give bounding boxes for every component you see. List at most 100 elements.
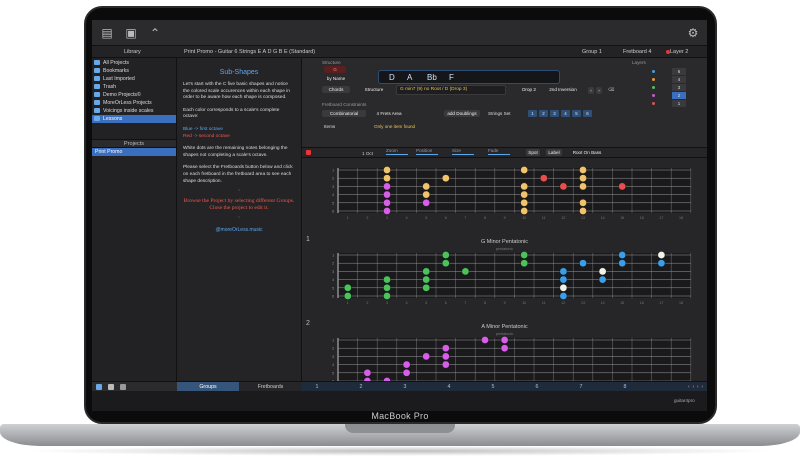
note-dot[interactable] — [383, 166, 391, 174]
fade-slider[interactable] — [488, 154, 510, 155]
note-dot[interactable] — [520, 259, 528, 268]
sidebar-item[interactable]: MoreOrLess Projects — [92, 99, 176, 107]
note-dot[interactable] — [383, 190, 391, 199]
note-dot[interactable] — [500, 336, 509, 344]
note-dot[interactable] — [559, 267, 568, 276]
chevron-up-icon[interactable]: ⌃ — [148, 26, 162, 40]
prev-inversion-button[interactable]: ‹ — [588, 87, 594, 94]
note-dot[interactable] — [520, 251, 528, 259]
note-dot[interactable] — [559, 284, 568, 292]
trash-icon[interactable]: ⌫ — [608, 86, 615, 93]
sidebar-item[interactable]: Bookmarks — [92, 67, 176, 75]
note-dot[interactable] — [559, 292, 568, 300]
note-dot[interactable] — [383, 275, 391, 284]
project-item[interactable]: Print Promo — [92, 148, 176, 156]
note-dot[interactable] — [422, 182, 430, 191]
note-dot[interactable] — [383, 284, 391, 292]
next-inversion-button[interactable]: › — [596, 87, 602, 94]
layer-row[interactable]: 6 — [650, 68, 690, 75]
note-dot[interactable] — [539, 174, 548, 183]
layer-row[interactable]: 4 — [650, 76, 690, 83]
label-button[interactable]: Label — [546, 149, 562, 156]
note-dot[interactable] — [344, 284, 352, 292]
gear-icon[interactable]: ⚙ — [686, 26, 700, 40]
note-dot[interactable] — [441, 344, 450, 353]
frets-area-select[interactable]: 4 Frets Area — [372, 110, 406, 117]
sidebar-item[interactable]: Lessons — [92, 115, 176, 123]
inversion-select[interactable]: 2nd Inversion — [546, 86, 580, 93]
note-dot[interactable] — [363, 369, 372, 377]
note-dot[interactable] — [520, 166, 528, 174]
note-dot[interactable] — [598, 267, 607, 276]
note-dot[interactable] — [657, 259, 666, 268]
structure-button[interactable]: Structure — [358, 86, 390, 93]
note-dot[interactable] — [520, 207, 528, 215]
note-dot[interactable] — [579, 174, 587, 183]
string-set-button[interactable]: 3 — [550, 110, 559, 117]
note-dot[interactable] — [520, 199, 528, 207]
combinatorial-select[interactable]: Combinatorial — [322, 110, 366, 117]
note-dot[interactable] — [618, 251, 627, 259]
root-on-bass-button[interactable]: Root On Bass — [572, 149, 602, 156]
trash-icon[interactable] — [120, 384, 126, 390]
note-dot[interactable] — [520, 190, 528, 199]
sidebar-item[interactable]: Last Imported — [92, 75, 176, 83]
note-dot[interactable] — [422, 275, 430, 284]
group-label[interactable]: Group 1 — [582, 49, 602, 55]
string-set-button[interactable]: 1 — [528, 110, 537, 117]
note-dot[interactable] — [618, 182, 627, 191]
note-dot[interactable] — [598, 275, 607, 284]
add-doublings-button[interactable]: add Doublings — [444, 110, 480, 117]
zoom-slider[interactable] — [386, 154, 408, 155]
string-set-button[interactable]: 4 — [561, 110, 570, 117]
note-dot[interactable] — [383, 199, 391, 207]
string-set-button[interactable]: 2 — [539, 110, 548, 117]
note-dot[interactable] — [441, 174, 450, 183]
note-dot[interactable] — [441, 360, 450, 369]
note-dot[interactable] — [383, 174, 391, 183]
spot-button[interactable]: Spot — [526, 149, 540, 156]
layer-label[interactable]: Layer 2 — [670, 49, 688, 55]
note-dot[interactable] — [422, 352, 430, 361]
library-icon[interactable]: ▤ — [100, 26, 114, 40]
note-dot[interactable] — [579, 207, 587, 215]
drop-select[interactable]: Drop 2 — [518, 86, 540, 93]
layer-row[interactable]: 3 — [650, 84, 690, 91]
note-dot[interactable] — [422, 267, 430, 276]
position-slider[interactable] — [416, 154, 438, 155]
sidebar-item[interactable]: Trash — [92, 83, 176, 91]
note-dot[interactable] — [579, 259, 587, 268]
note-dot[interactable] — [383, 182, 391, 191]
chord-name-field[interactable]: G min7 (9) no Root / D (Drop 3) — [396, 85, 506, 95]
note-dot[interactable] — [422, 190, 430, 199]
root-note-button[interactable]: G — [324, 66, 346, 73]
note-dot[interactable] — [520, 182, 528, 191]
size-slider[interactable] — [452, 154, 474, 155]
note-dot[interactable] — [461, 267, 470, 276]
note-dot[interactable] — [441, 251, 450, 259]
new-folder-icon[interactable] — [96, 384, 102, 390]
note-dot[interactable] — [422, 199, 430, 207]
string-set-button[interactable]: 5 — [572, 110, 581, 117]
new-project-icon[interactable] — [108, 384, 114, 390]
layer-row[interactable]: 1 — [650, 100, 690, 107]
note-dot[interactable] — [402, 360, 411, 369]
note-dot[interactable] — [383, 292, 391, 300]
note-dot[interactable] — [441, 352, 450, 361]
document-icon[interactable]: ▣ — [124, 26, 138, 40]
note-dot[interactable] — [579, 199, 587, 207]
fretboard-2[interactable]: 1234561 2 3 4 5 6 7 8 9 10 11 12 13 14 15 16 17 18 — [302, 251, 707, 323]
record-icon[interactable] — [306, 150, 311, 155]
layer-row[interactable]: 2 — [650, 92, 690, 99]
instagram-link[interactable]: @moreOrLess.music — [183, 227, 295, 233]
sidebar-item[interactable]: Demo Projects© — [92, 91, 176, 99]
note-dot[interactable] — [402, 369, 411, 377]
note-dot[interactable] — [657, 251, 666, 259]
note-dot[interactable] — [579, 182, 587, 191]
fretboard-label[interactable]: Fretboard 4 — [623, 49, 651, 55]
note-dot[interactable] — [344, 292, 352, 300]
sidebar-item[interactable]: Voicings inside scales — [92, 107, 176, 115]
note-dot[interactable] — [559, 182, 568, 191]
note-dot[interactable] — [383, 207, 391, 215]
note-dot[interactable] — [422, 284, 430, 292]
